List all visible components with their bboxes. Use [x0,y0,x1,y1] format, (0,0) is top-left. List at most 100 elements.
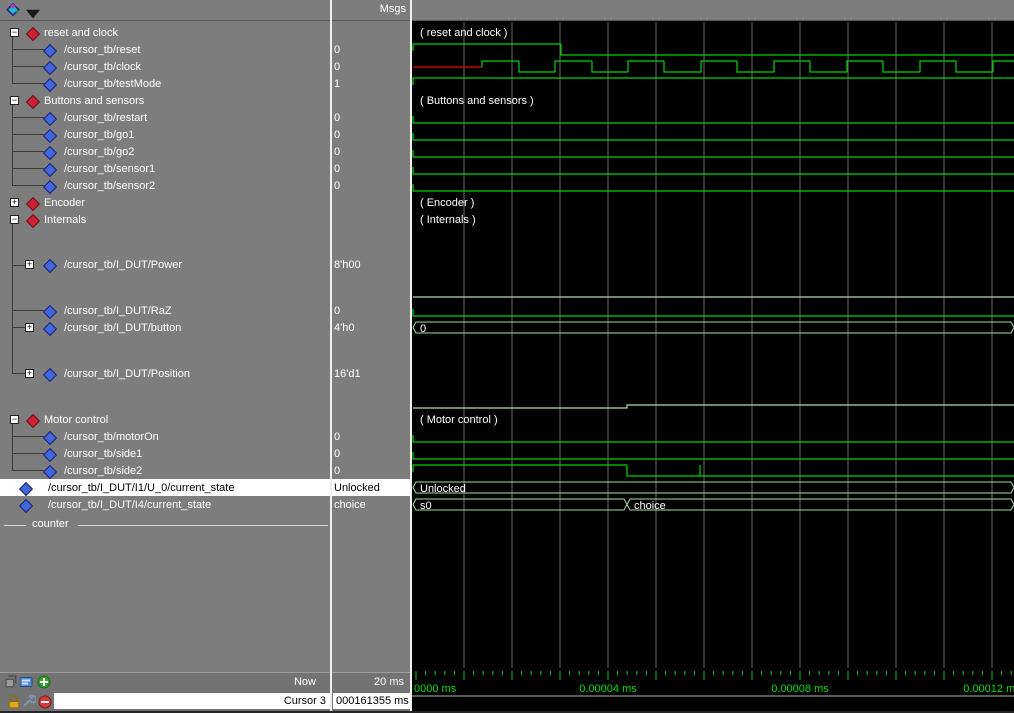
expand-minus-box[interactable]: − [10,96,19,105]
wave-group-label: ( reset and clock ) [420,27,507,39]
signal-value: 8'h00 [334,258,361,272]
expand-plus-box[interactable]: + [25,323,34,332]
analog-trace [413,405,1014,408]
tree-line [12,36,13,83]
signal-label[interactable]: /cursor_tb/sensor2 [64,179,155,193]
bit-trace [413,184,1014,191]
axis-time-label: 0.00012 ms [963,683,1014,695]
tree-stub [12,265,25,266]
expand-minus-box[interactable]: − [10,415,19,424]
group-label[interactable]: Motor control [44,413,108,427]
cursor-name-field[interactable]: Cursor 3 [54,693,332,709]
bit-trace [413,150,1014,157]
insert-cursor-icon[interactable] [5,675,19,689]
signal-label[interactable]: /cursor_tb/reset [64,43,140,57]
cursor-properties-wrench-icon[interactable] [22,694,36,708]
signal-label[interactable]: /cursor_tb/I_DUT/Power [64,258,182,272]
signal-label[interactable]: /cursor_tb/go2 [64,145,134,159]
tree-stub [12,310,44,311]
signal-label[interactable]: /cursor_tb/side1 [64,447,142,461]
signal-value: 0 [334,128,340,142]
signal-value: Unlocked [334,481,380,495]
signal-label[interactable]: /cursor_tb/I_DUT/RaZ [64,304,172,318]
waveform-svg[interactable]: ( reset and clock )( Buttons and sensors… [412,20,1014,672]
now-row: Now 20 ms [0,672,412,692]
group-label[interactable]: Internals [44,213,86,227]
signal-label[interactable]: /cursor_tb/I_DUT/button [64,321,181,335]
signal-diamond-icon [43,304,57,318]
now-value: 20 ms [374,676,404,688]
values-wave-splitter[interactable] [410,0,412,711]
group-label[interactable]: Encoder [44,196,85,210]
bit-trace [413,167,1014,174]
cursor-time-field[interactable]: 000161355 ms [333,693,410,709]
tree-stub [12,66,44,67]
bit-trace [413,309,1014,316]
signal-diamond-icon [43,60,57,74]
signal-label[interactable]: /cursor_tb/side2 [64,464,142,478]
bus-value-label: choice [634,500,666,512]
expand-plus-box[interactable]: + [10,198,19,207]
axis-time-label: 0.00004 ms [579,683,637,695]
signal-diamond-icon [43,111,57,125]
tree-stub [12,117,44,118]
expand-minus-box[interactable]: − [10,215,19,224]
signal-label[interactable]: /cursor_tb/restart [64,111,147,125]
tree-stub [12,151,44,152]
expand-plus-box[interactable]: + [25,369,34,378]
group-diamond-icon [26,26,40,40]
signal-label[interactable]: /cursor_tb/clock [64,60,141,74]
cursor-row: Cursor 3 000161355 ms [0,691,412,711]
signal-diamond-icon [43,77,57,91]
bit-trace [413,78,1014,85]
expand-plus-box[interactable]: + [25,260,34,269]
signal-label[interactable]: /cursor_tb/I_DUT/I4/current_state [48,498,211,512]
signal-label[interactable]: /cursor_tb/go1 [64,128,134,142]
now-label: Now [294,676,316,688]
signal-diamond-icon [43,367,57,381]
signal-value: 0 [334,43,340,57]
signal-value: choice [334,498,366,512]
time-axis[interactable]: 0000 ms0.00004 ms0.00008 ms0.00012 ms [412,670,1014,713]
divider-line [78,525,328,526]
signal-diamond-icon [43,464,57,478]
expand-minus-box[interactable]: − [10,28,19,37]
tree-stub [12,436,44,437]
group-label[interactable]: reset and clock [44,26,118,40]
signal-label[interactable]: /cursor_tb/testMode [64,77,161,91]
bit-trace [413,44,1014,55]
group-diamond-icon [26,94,40,108]
signal-value: 0 [334,145,340,159]
bit-trace [413,435,1014,442]
tree-line [12,223,13,373]
bit-trace [413,133,1014,140]
signal-label[interactable]: /cursor_tb/sensor1 [64,162,155,176]
names-values-splitter[interactable] [330,0,332,711]
time-axis-svg[interactable]: 0000 ms0.00004 ms0.00008 ms0.00012 ms [412,670,1014,713]
waveform-layer[interactable]: ( reset and clock )( Buttons and sensors… [412,20,1014,672]
signal-label[interactable]: /cursor_tb/I_DUT/Position [64,367,190,381]
signal-diamond-icon [43,179,57,193]
tree-stub [12,49,44,50]
signal-label[interactable]: /cursor_tb/motorOn [64,430,159,444]
signal-value: 0 [334,60,340,74]
signal-diamond-icon [43,162,57,176]
delete-cursor-icon[interactable] [38,695,52,709]
edit-comment-icon[interactable] [20,675,34,689]
signal-value: 4'h0 [334,321,354,335]
bus-value-label: s0 [420,500,432,512]
signal-value: 16'd1 [334,367,361,381]
bit-trace [413,465,1014,476]
group-diamond-icon [26,213,40,227]
bit-trace [482,61,1014,72]
add-cursor-icon[interactable] [37,675,51,689]
bus-trace [627,499,1014,510]
lock-cursor-icon[interactable] [7,695,21,709]
tree-stub [12,168,44,169]
signal-label[interactable]: /cursor_tb/I_DUT/I1/U_0/current_state [48,481,234,495]
signal-value: 0 [334,464,340,478]
group-label[interactable]: Buttons and sensors [44,94,144,108]
signal-value: 0 [334,447,340,461]
tree-stub [12,327,25,328]
tree-stub [12,185,44,186]
